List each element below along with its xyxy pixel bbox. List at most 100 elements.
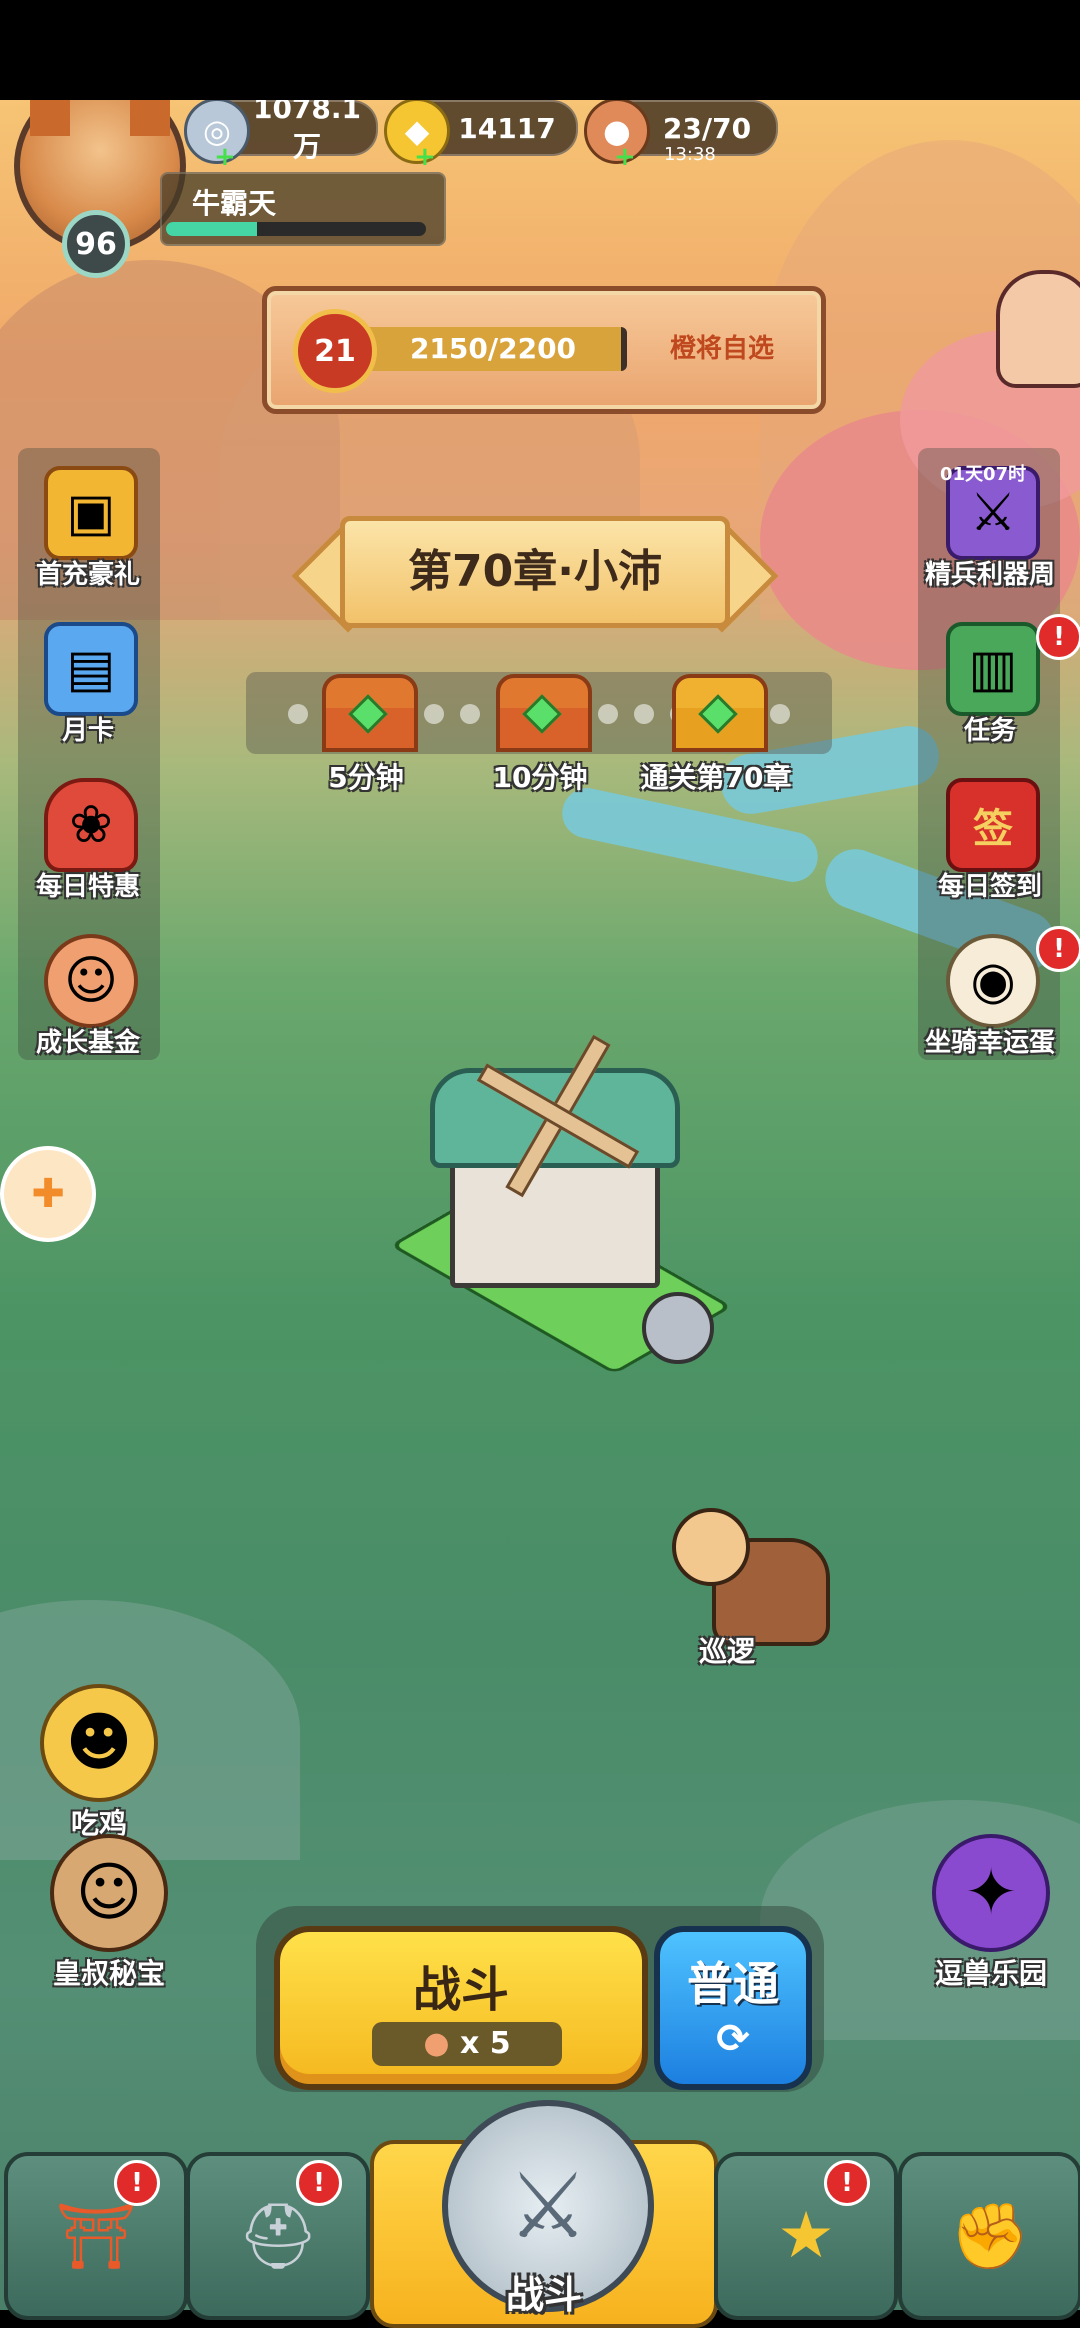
- quests-label: 任务: [963, 716, 1016, 746]
- daily-signin-button[interactable]: 签 每日签到: [910, 770, 1070, 920]
- lucky-egg-icon: ◉: [946, 934, 1040, 1028]
- player-namebar[interactable]: 牛霸天: [160, 172, 446, 246]
- track-dot: [288, 704, 308, 724]
- player-name: 牛霸天: [192, 187, 277, 220]
- sleeping-uncle-icon: ☺: [50, 1834, 168, 1952]
- choose-general-button[interactable]: 橙将自选: [637, 327, 807, 371]
- weapons-week-button[interactable]: ⚔ 01天07时 精兵利器周: [910, 458, 1070, 608]
- player-xp-fill: [166, 222, 257, 236]
- chest-5min-label: 5分钟: [328, 761, 404, 794]
- chapter-banner[interactable]: 第70章·小沛: [291, 516, 779, 633]
- track-dot: [598, 704, 618, 724]
- daily-signin-label: 每日签到: [937, 872, 1042, 902]
- chest-10min-label: 10分钟: [492, 761, 588, 794]
- city-gate-icon: ⛩: [55, 2199, 137, 2274]
- nav-battle-button[interactable]: ⚔ 战斗: [370, 2100, 718, 2328]
- avatar-ear: [30, 100, 70, 136]
- rank-medal-icon: 21: [293, 309, 377, 393]
- chest-chapter-clear[interactable]: [668, 674, 768, 754]
- first-recharge-label: 首充豪礼: [35, 560, 140, 590]
- chest-chapter-clear-label: 通关第70章: [640, 761, 792, 794]
- monthly-card-label: 月卡: [61, 716, 114, 746]
- chest-10min[interactable]: [492, 674, 592, 754]
- chest-5min[interactable]: [318, 674, 418, 754]
- rank-number: 21: [314, 333, 356, 369]
- player-level-badge: 96: [62, 210, 130, 278]
- star-scroll-icon: ★: [777, 2199, 835, 2273]
- track-dot: [634, 704, 654, 724]
- scroll-icon: ▥: [946, 622, 1040, 716]
- daily-deal-label: 每日特惠: [35, 872, 140, 902]
- sign-in-icon: 签: [946, 778, 1040, 872]
- gamepad-icon[interactable]: ✚: [0, 1146, 96, 1242]
- nav-gacha-button[interactable]: ★: [714, 2152, 898, 2320]
- patrol-unit[interactable]: 巡逻: [652, 1508, 832, 1668]
- player-xp-bar: [166, 222, 426, 236]
- uncle-treasure-button[interactable]: ☺ 皇叔秘宝: [24, 1834, 194, 1992]
- fund-character-icon: ☺: [44, 934, 138, 1028]
- nav-upgrade-button[interactable]: ✊: [898, 2152, 1080, 2320]
- nav-city-badge: !: [114, 2160, 160, 2206]
- difficulty-mode-button[interactable]: 普通 ⟳: [654, 1926, 812, 2090]
- gold-value: 14117: [458, 111, 556, 145]
- stamina-timer: 13:38: [664, 144, 716, 165]
- soldier-icon: [642, 1292, 714, 1364]
- signin-stamp: 签: [973, 806, 1013, 852]
- nav-battle-label: 战斗: [505, 2273, 582, 2317]
- calendar-card-icon: ▤: [44, 622, 138, 716]
- add-silver-icon[interactable]: +: [214, 142, 236, 172]
- recruit-progress-text: 2150/2200: [409, 332, 577, 365]
- fight-cost-value: x 5: [459, 2026, 511, 2061]
- track-dot: [424, 704, 444, 724]
- treasure-chest-icon: ▣: [44, 466, 138, 560]
- gold-counter[interactable]: ◆ 14117 +: [384, 100, 578, 172]
- gift-bag-icon: ❀: [44, 778, 138, 872]
- monthly-card-button[interactable]: ▤ 月卡: [8, 614, 168, 764]
- recruit-progress-panel[interactable]: 2150/2200 21 橙将自选: [262, 286, 826, 414]
- quests-alert-badge: !: [1036, 614, 1080, 660]
- silver-counter[interactable]: ◎ 1078.1万 +: [184, 100, 378, 172]
- weapons-week-label: 精兵利器周: [924, 560, 1055, 590]
- chicken-icon: ☻: [40, 1684, 158, 1802]
- track-dot: [460, 704, 480, 724]
- first-recharge-button[interactable]: ▣ 首充豪礼: [8, 458, 168, 608]
- beast-icon: ✦: [932, 1834, 1050, 1952]
- avatar-ear: [130, 100, 170, 136]
- weapons-week-timer: 01天07时: [940, 464, 1027, 485]
- track-dot: [770, 704, 790, 724]
- fight-button[interactable]: 战斗 ● x 5: [274, 1926, 648, 2090]
- patrol-label: 巡逻: [698, 1635, 755, 1668]
- daily-deal-button[interactable]: ❀ 每日特惠: [8, 770, 168, 920]
- fight-label: 战斗: [412, 1962, 509, 2018]
- lucky-egg-alert-badge: !: [1036, 926, 1080, 972]
- event-character-icon[interactable]: [996, 270, 1080, 388]
- refresh-icon: ⟳: [716, 2016, 750, 2062]
- nav-gacha-badge: !: [824, 2160, 870, 2206]
- difficulty-mode-label: 普通: [687, 1957, 779, 2011]
- lucky-egg-label: 坐骑幸运蛋: [924, 1028, 1055, 1058]
- add-stamina-icon[interactable]: +: [614, 142, 636, 172]
- game-stage: 96 牛霸天 ◎ 1078.1万 + ◆ 14117 + ● 23/70 + 1…: [0, 100, 1080, 2310]
- uncle-treasure-label: 皇叔秘宝: [52, 1957, 165, 1990]
- nav-heroes-badge: !: [296, 2160, 342, 2206]
- stamina-value: 23/70: [662, 111, 752, 145]
- recruit-progress-bar: 2150/2200: [359, 327, 627, 371]
- helmet-icon: ⛑: [237, 2199, 319, 2274]
- fist-upgrade-icon: ✊: [950, 2199, 1030, 2274]
- beast-park-label: 逗兽乐园: [934, 1957, 1047, 1990]
- player-level: 96: [75, 226, 117, 262]
- status-bar: [0, 0, 1080, 100]
- nav-heroes-button[interactable]: ⛑: [186, 2152, 370, 2320]
- beast-park-button[interactable]: ✦ 逗兽乐园: [906, 1834, 1076, 1992]
- meat-icon: ●: [423, 2026, 460, 2061]
- growth-fund-label: 成长基金: [35, 1028, 140, 1058]
- add-gold-icon[interactable]: +: [414, 142, 436, 172]
- fight-cost: ● x 5: [372, 2022, 562, 2066]
- growth-fund-button[interactable]: ☺ 成长基金: [8, 926, 168, 1076]
- windmill-tower[interactable]: [430, 1034, 680, 1288]
- chicken-button[interactable]: ☻ 吃鸡: [14, 1684, 184, 1842]
- silver-value: 1078.1万: [252, 100, 362, 163]
- nav-city-button[interactable]: ⛩: [4, 2152, 188, 2320]
- rider-icon: [672, 1508, 750, 1586]
- chapter-title: 第70章·小沛: [408, 546, 662, 597]
